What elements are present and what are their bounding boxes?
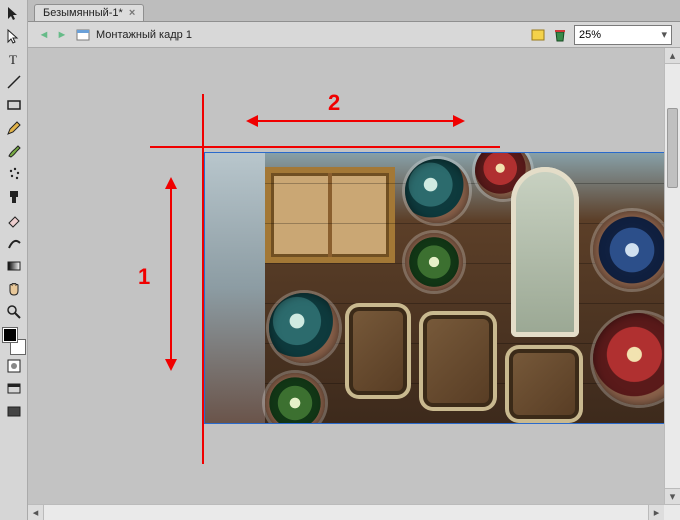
scroll-right-icon[interactable]: ▸ [648, 505, 664, 520]
rectangle-tool[interactable] [3, 94, 25, 116]
dimension-arrow-2 [248, 120, 463, 122]
gradient-tool[interactable] [3, 255, 25, 277]
scroll-down-icon[interactable]: ▾ [665, 488, 680, 504]
placed-image[interactable] [204, 152, 676, 424]
document-tabstrip: Безымянный-1* × [28, 0, 680, 22]
close-icon[interactable]: × [129, 7, 135, 19]
zoom-select[interactable]: 25% ▾ [574, 25, 672, 45]
foreground-swatch[interactable] [3, 328, 17, 342]
svg-text:T: T [9, 52, 17, 67]
move-tool[interactable] [3, 2, 25, 24]
guide-horizontal [150, 146, 500, 148]
work-area: 1 2 [28, 48, 680, 520]
type-tool[interactable]: T [3, 48, 25, 70]
photo-sky [205, 153, 265, 423]
photo-mosaic [265, 373, 325, 424]
nav-back-icon[interactable]: ◄ [36, 27, 52, 43]
brush-tool[interactable] [3, 140, 25, 162]
scroll-left-icon[interactable]: ◂ [28, 505, 44, 520]
photo-mosaic [593, 211, 671, 289]
document-bar: ◄ ► Монтажный кадр 1 25% ▾ [28, 22, 680, 48]
scrollbar-vertical[interactable]: ▴ ▾ [664, 48, 680, 504]
document-tab-label: Безымянный-1* [43, 7, 123, 19]
photo-mosaic [405, 159, 469, 223]
trash-icon[interactable] [552, 27, 568, 43]
photo-panel [345, 303, 411, 399]
photo-mosaic [405, 233, 463, 291]
eraser-tool[interactable] [3, 209, 25, 231]
app-root: T Безымянный-1* × ◄ ► [0, 0, 680, 520]
screenmode2-icon[interactable] [3, 401, 25, 423]
photo-window [265, 167, 395, 263]
photo-plank [265, 183, 675, 184]
canvas-stage[interactable]: 1 2 [38, 54, 656, 496]
spray-tool[interactable] [3, 163, 25, 185]
zoom-tool[interactable] [3, 301, 25, 323]
hand-tool[interactable] [3, 278, 25, 300]
scroll-up-icon[interactable]: ▴ [665, 48, 680, 64]
line-tool[interactable] [3, 71, 25, 93]
nav-fwd-icon[interactable]: ► [54, 27, 70, 43]
preview-icon[interactable] [530, 27, 546, 43]
photo-tall-panel [511, 167, 579, 337]
pencil-tool[interactable] [3, 117, 25, 139]
docbar-right: 25% ▾ [530, 25, 672, 45]
tools-panel: T [0, 0, 28, 520]
chevron-down-icon: ▾ [661, 28, 667, 41]
nav-arrows: ◄ ► [36, 27, 70, 43]
screenmode-icon[interactable] [3, 378, 25, 400]
scroll-thumb-v[interactable] [667, 108, 678, 188]
annotation-label-2: 2 [328, 90, 340, 116]
color-swatches[interactable] [3, 328, 25, 354]
scrollbar-horizontal[interactable]: ◂ ▸ [28, 504, 680, 520]
zoom-value: 25% [579, 29, 601, 41]
annotation-label-1: 1 [138, 264, 150, 290]
photo-panel [419, 311, 497, 411]
photo-panel [505, 345, 583, 423]
dimension-arrow-1 [170, 179, 172, 369]
smudge-tool[interactable] [3, 232, 25, 254]
main-area: Безымянный-1* × ◄ ► Монтажный кадр 1 25%… [28, 0, 680, 520]
photo-mosaic [269, 293, 339, 363]
clone-tool[interactable] [3, 186, 25, 208]
frame-title: Монтажный кадр 1 [96, 29, 524, 41]
background-swatch[interactable] [11, 340, 25, 354]
direct-selection-tool[interactable] [3, 25, 25, 47]
document-tab[interactable]: Безымянный-1* × [34, 4, 144, 21]
quickmask-icon[interactable] [3, 355, 25, 377]
frame-icon [76, 28, 90, 42]
